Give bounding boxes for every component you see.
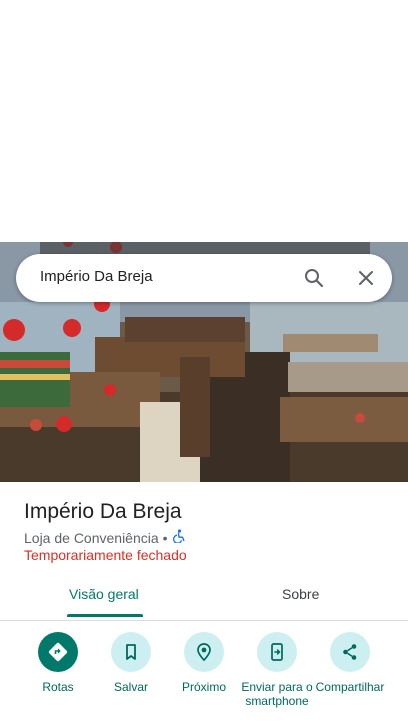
map-blank-area xyxy=(0,0,408,242)
place-title: Império Da Breja xyxy=(24,500,182,523)
directions-button[interactable]: Rotas xyxy=(21,632,95,694)
save-button[interactable]: Salvar xyxy=(94,632,168,694)
tab-overview[interactable]: Visão geral xyxy=(69,586,139,602)
send-to-phone-icon[interactable] xyxy=(257,632,297,672)
bookmark-icon[interactable] xyxy=(111,632,151,672)
separator-dot: • xyxy=(162,529,168,546)
place-status: Temporariamente fechado xyxy=(24,547,187,563)
tab-about[interactable]: Sobre xyxy=(282,586,319,602)
search-icon[interactable] xyxy=(302,266,326,290)
nearby-button[interactable]: Próximo xyxy=(167,632,241,694)
action-row: Rotas Salvar Próximo Enviar para o smart… xyxy=(0,632,408,724)
action-label: Salvar xyxy=(113,680,148,694)
close-icon[interactable] xyxy=(354,266,378,290)
search-bar[interactable]: Império Da Breja xyxy=(16,254,392,302)
action-label: Compartilhar xyxy=(315,680,385,694)
share-icon[interactable] xyxy=(330,632,370,672)
tab-bar: Visão geral Sobre xyxy=(0,582,408,621)
active-tab-indicator xyxy=(67,614,143,617)
send-to-phone-button[interactable]: Enviar para o smartphone xyxy=(240,632,314,708)
share-button[interactable]: Compartilhar xyxy=(313,632,387,694)
wheelchair-icon xyxy=(172,529,186,546)
search-query-text[interactable]: Império Da Breja xyxy=(40,268,153,285)
nearby-icon[interactable] xyxy=(184,632,224,672)
directions-icon[interactable] xyxy=(38,632,78,672)
action-label: Próximo xyxy=(181,680,226,694)
place-subtitle: Loja de Conveniência • xyxy=(24,529,186,546)
action-label: Enviar para o smartphone xyxy=(241,680,313,708)
place-category: Loja de Conveniência xyxy=(24,529,159,546)
action-label: Rotas xyxy=(42,680,74,694)
